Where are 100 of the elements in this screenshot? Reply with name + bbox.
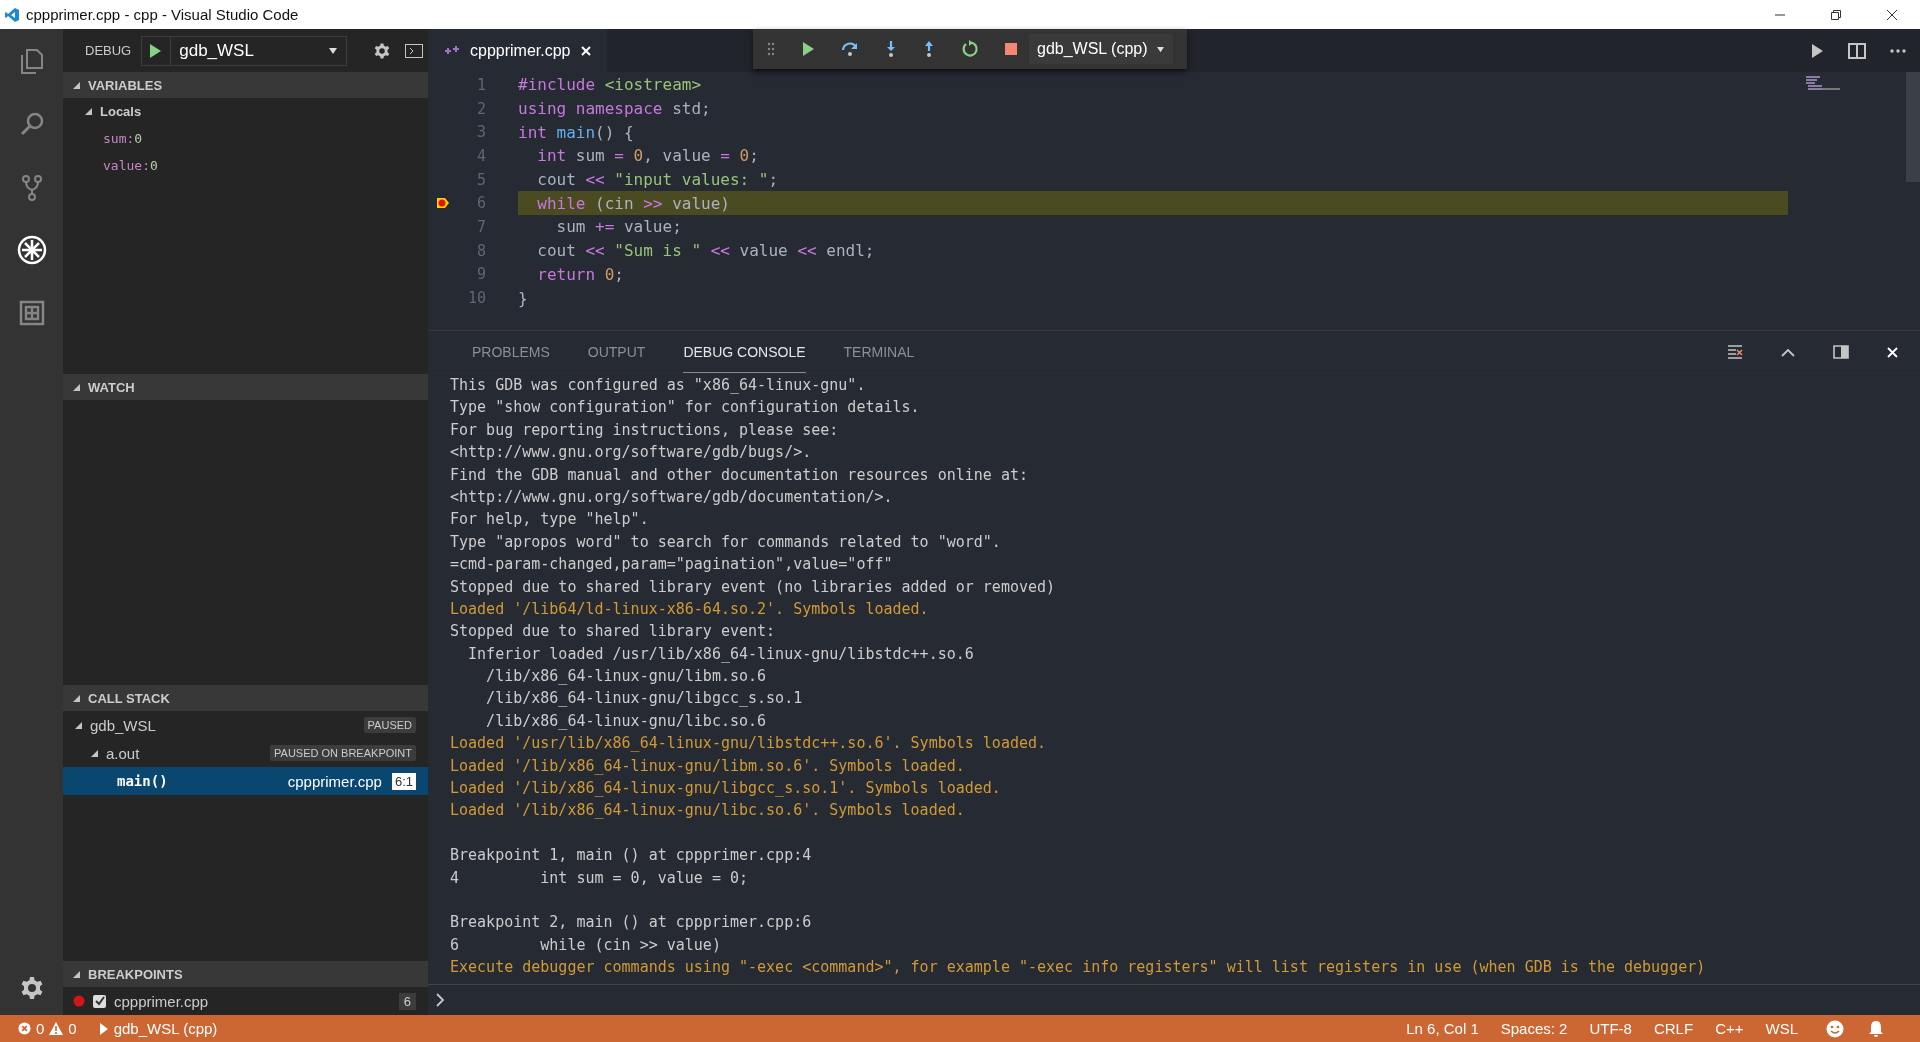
restart-icon[interactable]: [961, 40, 979, 58]
console-line: /lib/x86_64-linux-gnu/libm.so.6: [485, 666, 767, 688]
session-item[interactable]: gdb_WSL PAUSED: [63, 711, 428, 739]
settings-icon[interactable]: [373, 41, 392, 60]
panel-tab[interactable]: DEBUG CONSOLE: [683, 331, 806, 373]
stack-frame-item[interactable]: main() cppprimer.cpp 6:1: [63, 767, 428, 795]
console-line: Type "apropos word" to search for commands related to "word".: [450, 531, 1001, 553]
panel-tab[interactable]: TERMINAL: [843, 331, 915, 373]
minimap-drawing: [1806, 76, 1842, 92]
split-editor-icon[interactable]: [1848, 42, 1866, 59]
window-title: cppprimer.cpp - cpp - Visual Studio Code: [26, 6, 299, 23]
configuration-dropdown[interactable]: gdb_WSL (cpp): [1029, 34, 1173, 64]
run-icon[interactable]: [1810, 42, 1824, 59]
console-line: For bug reporting instructions, please see:: [450, 419, 839, 441]
breakpoint-current-icon[interactable]: [436, 197, 450, 210]
line-badge: 6: [398, 992, 416, 1010]
chevron-up-icon[interactable]: [1781, 347, 1795, 357]
code-line: cout << "input values: ";: [536, 169, 780, 192]
console-line: /lib/x86_64-linux-gnu/libc.so.6: [485, 710, 767, 732]
debug-session-status[interactable]: gdb_WSL (cpp): [98, 1020, 218, 1037]
section-header[interactable]: VARIABLES: [63, 72, 428, 98]
console-line: For help, type "help".: [450, 509, 649, 531]
clear-console-icon[interactable]: [1727, 344, 1743, 360]
console-line: Loaded '/lib/x86_64-linux-gnu/libgcc_s.so.1'. Symbols loaded.: [450, 778, 1001, 800]
line-number: 7: [475, 217, 486, 236]
section-header[interactable]: CALL STACK: [63, 685, 428, 711]
console-line: Breakpoint 2, main () at cppprimer.cpp:6: [450, 912, 812, 934]
line-number: 9: [475, 265, 486, 284]
console-line: =cmd-param-changed,param="pagination",value="off": [450, 554, 893, 576]
breakpoint-checkbox[interactable]: [93, 994, 106, 1008]
line-number: 3: [475, 123, 486, 142]
console-line: <http://www.gnu.org/software/gdb/bugs/>.: [450, 442, 812, 464]
console-line: Stopped due to shared library event:: [450, 621, 776, 643]
editor-tab[interactable]: cppprimer.cpp: [428, 29, 607, 72]
console-line: Breakpoint 1, main () at cppprimer.cpp:4: [450, 845, 812, 867]
console-line: <http://www.gnu.org/software/gdb/documentation/>.: [450, 486, 893, 508]
console-line: Find the GDB manual and other documentation resources online at:: [450, 464, 1028, 486]
start-debugging-icon[interactable]: [148, 42, 163, 59]
line-number: 10: [466, 289, 486, 308]
caret-icon: [1155, 45, 1165, 53]
line-number: 1: [475, 75, 486, 94]
continue-icon[interactable]: [801, 41, 815, 57]
more-icon[interactable]: [1890, 48, 1906, 53]
breakpoint-file[interactable]: cppprimer.cpp: [114, 992, 391, 1010]
code-line: int main() {: [518, 121, 635, 144]
code-line: #include <iostream>: [518, 74, 703, 97]
cpp-file-icon: [444, 44, 460, 57]
play-icon: [98, 1021, 109, 1036]
restore-icon[interactable]: [1830, 8, 1842, 21]
console-line: Loaded '/lib/x86_64-linux-gnu/libm.so.6'. Symbols loaded.: [450, 755, 965, 777]
line-number: 8: [475, 241, 486, 260]
console-line: This GDB was configured as "x86_64-linux-gnu".: [450, 375, 866, 396]
status-badge: PAUSED ON BREAKPOINT: [270, 745, 416, 761]
smiley-icon[interactable]: [1826, 1019, 1844, 1038]
status-item[interactable]: C++: [1715, 1020, 1744, 1037]
console-line: 6 while (cin >> value): [450, 934, 721, 956]
line-number: 4: [475, 146, 486, 165]
status-item[interactable]: UTF-8: [1589, 1020, 1632, 1037]
step-out-icon[interactable]: [923, 40, 935, 58]
code-line: }: [518, 287, 529, 310]
thread-item[interactable]: a.out PAUSED ON BREAKPOINT: [63, 739, 428, 767]
panel-tab[interactable]: OUTPUT: [587, 331, 646, 373]
code-line: return 0;: [536, 263, 625, 286]
configuration-dropdown[interactable]: gdb_WSL: [141, 35, 348, 66]
configuration-name: gdb_WSL: [179, 40, 255, 61]
status-item[interactable]: WSL: [1765, 1020, 1798, 1037]
line-number: 6: [475, 194, 486, 213]
breakpoint-dot-icon: [73, 995, 85, 1007]
drag-handle-icon[interactable]: [767, 42, 775, 56]
step-over-icon[interactable]: [841, 41, 859, 57]
panel-layout-icon[interactable]: [1833, 345, 1849, 359]
problems-status[interactable]: 0 0: [18, 1020, 77, 1037]
status-item[interactable]: Ln 6, Col 1: [1406, 1020, 1479, 1037]
console-line: Loaded '/lib/x86_64-linux-gnu/libc.so.6'. Symbols loaded.: [450, 800, 965, 822]
status-item[interactable]: Spaces: 2: [1500, 1020, 1568, 1037]
code-line: cout << "Sum is " << value << endl;: [536, 240, 876, 263]
section-header[interactable]: WATCH: [63, 374, 428, 400]
close-icon[interactable]: [1886, 8, 1898, 21]
caret-icon: [328, 46, 339, 55]
step-into-icon[interactable]: [885, 40, 897, 58]
position-badge: 6:1: [391, 772, 416, 790]
scope-item[interactable]: Locals: [63, 98, 428, 125]
section-header[interactable]: BREAKPOINTS: [63, 961, 428, 987]
console-line: Type "show configuration" for configuration details.: [450, 397, 920, 419]
panel-tab[interactable]: PROBLEMS: [472, 331, 550, 373]
chevron-right-icon[interactable]: [436, 993, 445, 1007]
terminal-icon[interactable]: [405, 43, 424, 58]
status-item[interactable]: CRLF: [1653, 1020, 1694, 1037]
error-icon: [18, 1022, 31, 1035]
variable-item[interactable]: sum:0: [63, 125, 428, 152]
debug-icon[interactable]: [15, 233, 48, 266]
code-line: using namespace std;: [518, 98, 712, 121]
warning-icon: [49, 1022, 64, 1035]
scrollbar[interactable]: [1906, 72, 1920, 182]
console-line: 4 int sum = 0, value = 0;: [450, 867, 748, 889]
line-number: 5: [475, 170, 486, 189]
variable-item[interactable]: value:0: [63, 152, 428, 179]
bell-icon[interactable]: [1868, 1019, 1884, 1038]
code-line: sum += value;: [555, 216, 683, 239]
app-logo-icon: [4, 6, 20, 23]
